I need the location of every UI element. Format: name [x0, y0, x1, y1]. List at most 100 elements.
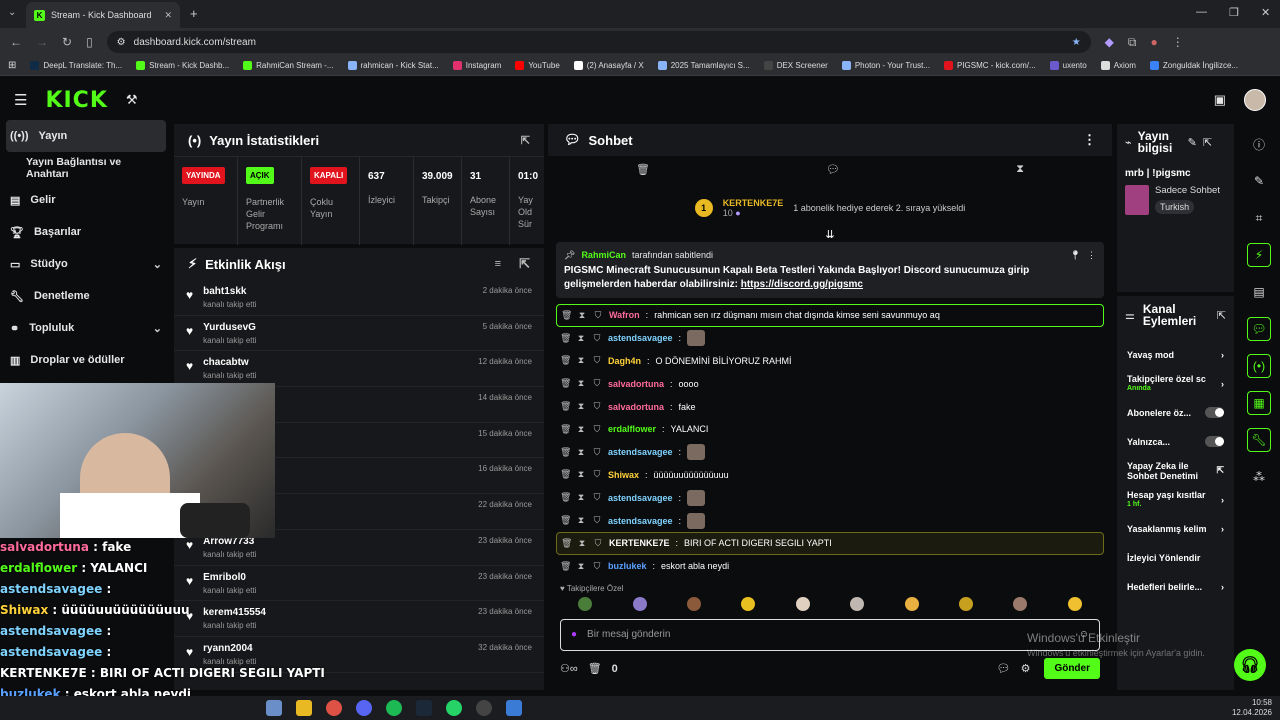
chat-settings-bubble-icon[interactable]: 💬︎	[997, 662, 1011, 675]
close-window-icon[interactable]: ✕	[1261, 6, 1270, 19]
bookmark-item[interactable]: RahmiCan Stream -...	[243, 61, 334, 70]
shield-icon[interactable]: ⛉	[593, 310, 603, 321]
close-tab-icon[interactable]: ✕	[164, 10, 172, 21]
edit-icon[interactable]: ✎	[1247, 169, 1271, 193]
site-info-icon[interactable]: ⚙	[117, 37, 126, 48]
shield-icon[interactable]: ⛉	[592, 492, 602, 503]
dots-icon[interactable]: ⁂	[1247, 465, 1271, 489]
browser-tab[interactable]: K Stream - Kick Dashboard ✕	[26, 2, 180, 28]
bookmark-star-icon[interactable]: ★	[1072, 37, 1081, 48]
emote[interactable]	[578, 596, 593, 611]
chat-message[interactable]: 🗑︎ ⧗ ⛉ salvadortuna: oooo	[548, 372, 1112, 395]
chat-message[interactable]: 🗑︎ ⧗ ⛉ astendsavagee:	[548, 441, 1112, 464]
delete-icon[interactable]: 🗑︎	[561, 310, 572, 321]
more-options-icon[interactable]: ⋮	[1083, 132, 1096, 148]
browser-menu-icon[interactable]: ⋮	[1172, 35, 1184, 49]
chat-username[interactable]: Shiwax	[608, 470, 639, 480]
bookmark-item[interactable]: uxento	[1049, 61, 1087, 70]
gift-box-icon[interactable]: 🗑︎	[588, 662, 602, 675]
delete-icon[interactable]: 🗑︎	[560, 447, 571, 458]
toggle-switch[interactable]	[1205, 407, 1224, 418]
support-headset-icon[interactable]: 🎧︎	[1234, 649, 1266, 681]
channel-action-item[interactable]: Hedefleri belirle... ›	[1117, 572, 1234, 601]
chat-input[interactable]: ● Bir mesaj gönderin ☺	[560, 618, 1100, 651]
bookmark-item[interactable]: PIGSMC - kick.com/...	[943, 61, 1036, 70]
timeout-icon[interactable]: ⧗	[576, 355, 586, 366]
sidebar-toggle-icon[interactable]: ▯	[86, 35, 93, 49]
unpin-icon[interactable]: 📍︎	[1070, 248, 1081, 262]
emote[interactable]	[1013, 596, 1028, 611]
shield-icon[interactable]: ⛉	[592, 469, 602, 480]
activity-username[interactable]: chacabtw	[203, 357, 256, 368]
bookmark-item[interactable]: (2) Anasayfa / X	[573, 61, 644, 70]
timeout-icon[interactable]: ⧗	[576, 561, 586, 572]
delete-icon[interactable]: 🗑︎	[560, 515, 571, 526]
emote[interactable]	[1067, 596, 1082, 611]
chat-message[interactable]: 🗑︎ ⧗ ⛉ buzlukek: eskort abla neydi	[548, 555, 1112, 578]
sidebar-item-basarilar[interactable]: 🏆︎ Başarılar	[0, 216, 172, 248]
app-icon[interactable]	[506, 700, 522, 716]
timeout-icon[interactable]: ⧗	[576, 424, 586, 435]
timeout-icon[interactable]: ⧗	[577, 310, 587, 321]
chat-message[interactable]: 🗑︎ ⧗ ⛉ Shiwax: üüüüuuüüüüüüuuu	[548, 464, 1112, 487]
chat-message[interactable]: 🗑︎ ⧗ ⛉ erdalflower: YALANCI	[548, 418, 1112, 441]
minimize-icon[interactable]: —	[1196, 6, 1207, 18]
lightning-icon[interactable]: ⚡︎	[1247, 243, 1271, 267]
shield-icon[interactable]: ⛉	[592, 561, 602, 572]
emote[interactable]	[632, 596, 647, 611]
chat-username[interactable]: Wafron	[609, 310, 640, 320]
chat-bubble-icon[interactable]: 💬︎	[826, 163, 840, 176]
delete-icon[interactable]: 🗑︎	[560, 492, 571, 503]
edit-icon[interactable]: ✎	[1188, 136, 1197, 149]
channel-action-item[interactable]: Takipçilere özel sc Anında ›	[1117, 369, 1234, 398]
discord-icon[interactable]	[356, 700, 372, 716]
users-icon[interactable]: ⚇∞	[560, 662, 578, 675]
shield-icon[interactable]: ⛉	[592, 447, 602, 458]
extensions-puzzle-icon[interactable]: ⧉	[1128, 35, 1137, 50]
shield-icon[interactable]: ⛉	[592, 424, 602, 435]
user-avatar[interactable]	[1244, 89, 1266, 111]
hamburger-menu-icon[interactable]: ☰	[14, 91, 27, 109]
delete-icon[interactable]: 🗑︎	[560, 424, 571, 435]
bookmark-item[interactable]: Axiom	[1100, 61, 1136, 70]
chat-username[interactable]: Dagh4n	[608, 356, 641, 366]
activity-username[interactable]: baht1skk	[203, 286, 256, 297]
reload-icon[interactable]: ↻	[62, 35, 72, 49]
extension-icon[interactable]: ◆	[1105, 35, 1114, 49]
category-thumbnail[interactable]	[1125, 185, 1149, 215]
timeout-icon[interactable]: ⧗	[576, 492, 586, 503]
chat-message[interactable]: 🗑︎ ⧗ ⛉ salvadortuna: fake	[548, 395, 1112, 418]
shield-icon[interactable]: ⛉	[592, 401, 602, 412]
tab-menu-icon[interactable]: ⌄	[8, 7, 16, 18]
folder-icon[interactable]	[296, 700, 312, 716]
info-icon[interactable]: ⓘ	[1247, 132, 1271, 156]
chat-username[interactable]: buzlukek	[608, 561, 647, 571]
popout-icon[interactable]: ⇱	[1203, 136, 1212, 149]
back-icon[interactable]: ←	[10, 35, 22, 49]
wrench-icon[interactable]: 🔧︎	[1247, 428, 1271, 452]
delete-icon[interactable]: 🗑︎	[560, 355, 571, 366]
apps-grid-icon[interactable]: ⊞	[8, 60, 16, 71]
chat-username[interactable]: salvadortuna	[608, 402, 664, 412]
chat-username[interactable]: astendsavagee	[608, 333, 673, 343]
emote[interactable]	[686, 596, 701, 611]
kick-logo[interactable]: KICK	[45, 88, 107, 113]
stream-category[interactable]: Sadece Sohbet	[1155, 185, 1220, 196]
sidebar-item-topluluk[interactable]: ⚭ Topluluk ⌄	[0, 312, 172, 344]
chat-message[interactable]: 🗑︎ ⧗ ⛉ Dagh4n: O DÖNEMİNİ BİLİYORUZ RAHMİ	[548, 350, 1112, 373]
channel-action-item[interactable]: Yalnızca...	[1117, 427, 1234, 456]
clock-date[interactable]: 12.04.2026	[1232, 708, 1272, 718]
channel-action-item[interactable]: İzleyici Yönlendir	[1117, 543, 1234, 572]
chat-username[interactable]: astendsavagee	[608, 447, 673, 457]
chat-username[interactable]: KERTENKE7E	[609, 538, 670, 548]
new-tab-icon[interactable]: +	[190, 6, 198, 21]
channel-action-item[interactable]: Hesap yaşı kısıtlar 1 hf. ›	[1117, 485, 1234, 514]
whatsapp-icon[interactable]	[446, 700, 462, 716]
bookmark-item[interactable]: DEX Screener	[763, 61, 828, 70]
timeout-icon[interactable]: ⧗	[576, 447, 586, 458]
popout-icon[interactable]: ⇱	[1217, 309, 1226, 322]
delete-icon[interactable]: 🗑︎	[560, 561, 571, 572]
channel-action-item[interactable]: Yavaş mod ›	[1117, 340, 1234, 369]
bookmark-item[interactable]: DeepL Translate: Th...	[30, 61, 122, 70]
bookmark-item[interactable]: 2025 Tamamlayıcı S...	[657, 61, 750, 70]
